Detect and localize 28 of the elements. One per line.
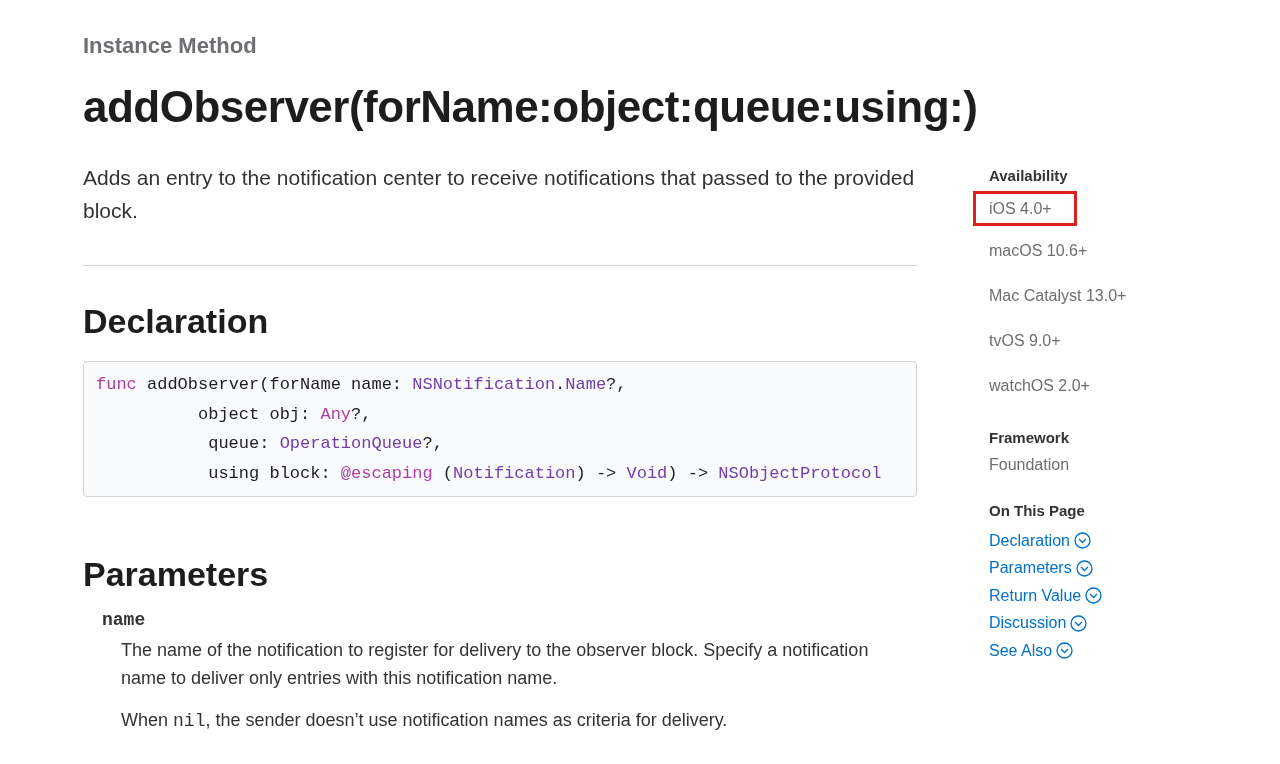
eyebrow-label: Instance Method <box>83 33 258 59</box>
availability-item: macOS 10.6+ <box>988 241 1089 261</box>
sidebar-heading: On This Page <box>989 502 1086 519</box>
page-section-link[interactable]: Discussion <box>989 614 1067 633</box>
chevron-down-icon[interactable] <box>1070 614 1088 632</box>
code-block: func addObserver(forName name: NSNotification.Name?, object obj: Any?, queue: OperationQueue?, using block: @escaping (Notification) -> Void) -> NSObjectProtocol <box>83 361 917 497</box>
parameter-name: name <box>102 610 147 630</box>
sidebar-heading: Framework <box>989 429 1071 446</box>
framework-name: Foundation <box>989 456 1071 474</box>
chevron-down-icon[interactable] <box>1085 587 1103 605</box>
availability-item: tvOS 9.0+ <box>988 331 1062 351</box>
availability-item: watchOS 2.0+ <box>988 376 1091 396</box>
section-heading: Declaration <box>83 302 270 341</box>
page-section-link[interactable]: See Also <box>989 641 1053 660</box>
availability-item: Mac Catalyst 13.0+ <box>988 286 1128 306</box>
abstract-text: Adds an entry to the notification center to receive notifications that passed to the provided block. <box>83 165 916 224</box>
chevron-down-icon[interactable] <box>1075 559 1093 577</box>
parameter-description: The name of the notification to register for delivery to the observer block. Specify a notification name to deliver only entries with this notification name. <box>121 639 870 690</box>
page-section-link[interactable]: Return Value <box>989 586 1082 605</box>
page-title: addObserver(forName:object:queue:using:) <box>83 81 979 133</box>
chevron-down-icon[interactable] <box>1073 532 1091 550</box>
sidebar-heading: Availability <box>989 167 1069 184</box>
parameter-description: When nil, the sender doesn’t use notification names as criteria for delivery. <box>121 709 729 733</box>
page-section-link[interactable]: Parameters <box>989 559 1072 578</box>
page-section-link[interactable]: Declaration <box>989 531 1070 550</box>
chevron-down-icon[interactable] <box>1056 642 1074 660</box>
section-heading: Parameters <box>83 555 270 594</box>
availability-item: iOS 4.0+ <box>973 191 1077 226</box>
